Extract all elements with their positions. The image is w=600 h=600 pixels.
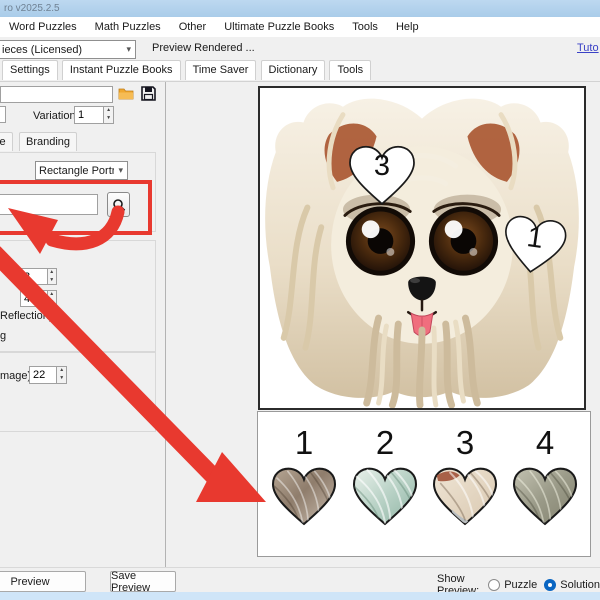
menu-ultimate-puzzle-books[interactable]: Ultimate Puzzle Books	[215, 21, 343, 33]
solution-radio-option[interactable]: Solution	[544, 579, 600, 591]
key-column-1: 1	[264, 420, 344, 528]
layout-dropdown-value: Rectangle Portrait	[36, 165, 114, 177]
preset-combobox-value: ieces (Licensed)	[0, 44, 122, 56]
key-heart-4	[510, 466, 580, 528]
save-button[interactable]	[139, 84, 158, 103]
solution-heart-3: 3	[346, 144, 418, 208]
key-number: 2	[376, 420, 394, 466]
sub-tab-style[interactable]: le	[0, 132, 13, 151]
tab-tools[interactable]: Tools	[329, 60, 371, 80]
spinner-down-icon[interactable]: ▼	[48, 277, 56, 285]
preview-image-panel: 3 1	[258, 86, 586, 410]
spinner-down-icon[interactable]: ▼	[48, 299, 56, 307]
variations-value[interactable]	[74, 106, 103, 124]
open-folder-button[interactable]	[117, 85, 135, 102]
save-preview-label: Save Preview	[111, 570, 175, 594]
tab-settings[interactable]: Settings	[2, 60, 58, 80]
taskbar-edge	[0, 592, 600, 600]
key-column-2: 2	[345, 420, 425, 528]
app-window: ro v2025.2.5 Word Puzzles Math Puzzles O…	[0, 0, 600, 600]
annotation-diagonal-arrowhead	[196, 452, 266, 502]
preset-combobox[interactable]: ieces (Licensed) ▾	[0, 40, 136, 59]
menu-other[interactable]: Other	[170, 21, 216, 33]
spinner-up-icon[interactable]: ▲	[48, 291, 56, 299]
spinner-up-icon[interactable]: ▲	[48, 269, 56, 277]
footer-bar: Preview Save Preview Show Preview: Puzzl…	[0, 567, 600, 592]
menu-word-puzzles[interactable]: Word Puzzles	[0, 21, 86, 33]
spinner-down-icon[interactable]: ▼	[57, 375, 66, 383]
save-icon	[140, 85, 157, 102]
sub-tab-branding[interactable]: Branding	[19, 132, 77, 151]
rows-spinner[interactable]: ▲ ▼	[20, 268, 57, 285]
tutorials-link[interactable]: Tuto	[577, 42, 599, 54]
tab-time-saver[interactable]: Time Saver	[185, 60, 257, 80]
color-key-panel: 1 2	[257, 411, 591, 557]
per-image-label: mage)	[0, 370, 31, 382]
render-status-text: Preview Rendered ...	[152, 42, 255, 54]
puzzle-radio-option[interactable]: Puzzle	[488, 579, 537, 591]
tab-instant-puzzle-books[interactable]: Instant Puzzle Books	[62, 60, 181, 80]
key-column-3: 3	[425, 420, 505, 528]
key-heart-1	[269, 466, 339, 528]
variations-spinner[interactable]: ▲ ▼	[74, 106, 114, 124]
trailing-label: g	[0, 330, 6, 342]
window-title: ro v2025.2.5	[4, 3, 60, 14]
save-preview-button[interactable]: Save Preview	[110, 571, 176, 592]
render-preview-label: Preview	[10, 576, 49, 588]
menu-help[interactable]: Help	[387, 21, 428, 33]
key-number: 1	[295, 420, 313, 466]
solution-heart-number: 3	[346, 150, 418, 183]
spinner-up-icon[interactable]: ▲	[104, 107, 113, 115]
radio-selected-icon[interactable]	[544, 579, 556, 591]
per-image-value[interactable]	[29, 366, 56, 384]
cropped-edge-field[interactable]	[0, 106, 6, 123]
layout-dropdown[interactable]: Rectangle Portrait ▾	[35, 161, 128, 180]
menu-tools[interactable]: Tools	[343, 21, 387, 33]
columns-value[interactable]	[20, 290, 47, 307]
reflection-label: Reflection)	[0, 310, 53, 322]
menu-math-puzzles[interactable]: Math Puzzles	[86, 21, 170, 33]
solution-heart-1: 1	[496, 212, 572, 281]
chevron-down-icon: ▾	[114, 165, 127, 176]
folder-icon	[118, 87, 134, 100]
key-heart-3	[430, 466, 500, 528]
radio-unselected-icon[interactable]	[488, 579, 500, 591]
key-heart-2	[350, 466, 420, 528]
key-number: 4	[536, 420, 554, 466]
chevron-down-icon: ▾	[122, 44, 135, 55]
title-bar: ro v2025.2.5	[0, 0, 600, 17]
per-image-spinner[interactable]: ▲ ▼	[29, 366, 67, 384]
spinner-up-icon[interactable]: ▲	[57, 367, 66, 375]
spinner-down-icon[interactable]: ▼	[104, 115, 113, 123]
filename-input[interactable]	[0, 86, 113, 103]
solution-radio-label: Solution	[560, 579, 600, 591]
rows-value[interactable]	[20, 268, 47, 285]
puzzle-radio-label: Puzzle	[504, 579, 537, 591]
per-image-group	[0, 352, 156, 432]
annotation-rectangle	[0, 180, 152, 235]
settings-sidebar: Variations ▲ ▼ le Branding Rectangle Por…	[0, 82, 166, 567]
render-preview-button[interactable]: Preview	[0, 571, 86, 592]
key-column-4: 4	[505, 420, 585, 528]
tab-dictionary[interactable]: Dictionary	[261, 60, 326, 80]
menu-bar: Word Puzzles Math Puzzles Other Ultimate…	[0, 17, 600, 37]
main-tab-strip: Settings Instant Puzzle Books Time Saver…	[0, 60, 600, 82]
toolbar: ieces (Licensed) ▾ Preview Rendered ... …	[0, 37, 600, 60]
key-number: 3	[456, 420, 474, 466]
columns-spinner[interactable]: ▲ ▼	[20, 290, 57, 307]
